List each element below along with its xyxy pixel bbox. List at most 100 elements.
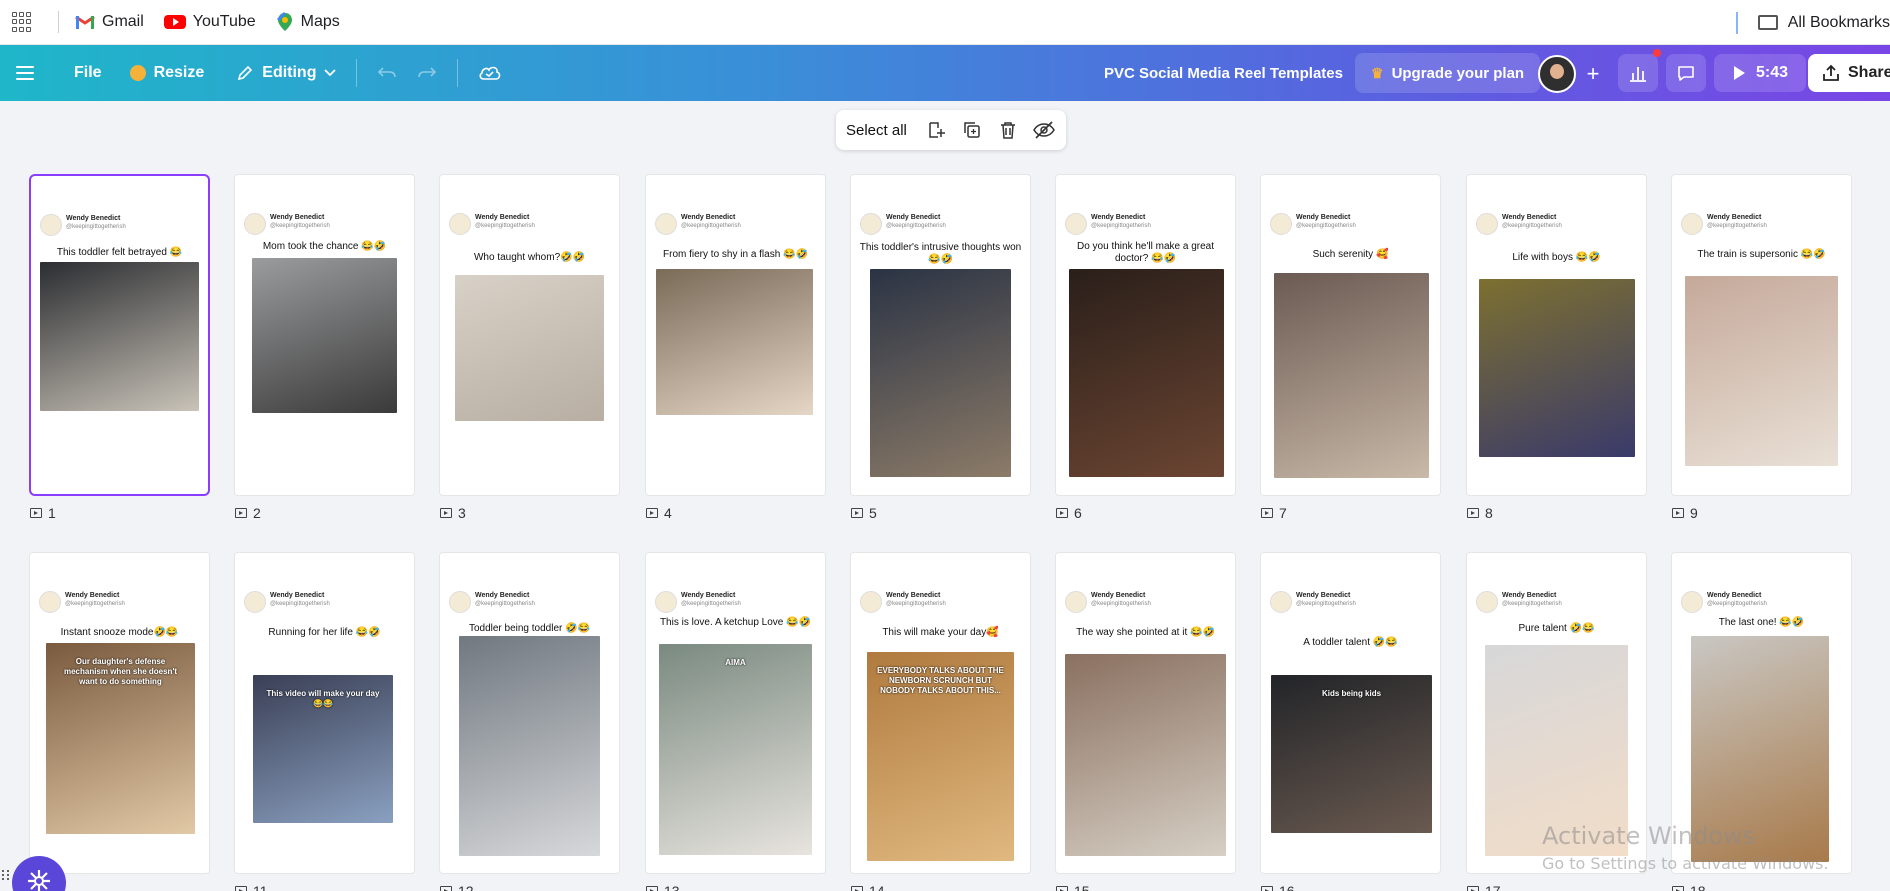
bookmark-youtube[interactable]: YouTube	[163, 13, 256, 31]
page-thumbnail[interactable]: Wendy Benedict @keepingittogetherish Mom t…	[234, 174, 415, 496]
select-all-button[interactable]: Select all	[846, 122, 907, 139]
upgrade-label: Upgrade your plan	[1391, 64, 1525, 82]
file-label: File	[74, 64, 102, 81]
comments-button[interactable]	[1666, 54, 1706, 92]
page-number: 14	[869, 883, 885, 891]
page-number-label: 1	[30, 505, 56, 521]
sparkle-icon	[28, 870, 50, 891]
video-page-icon	[1467, 886, 1479, 891]
page-thumbnail[interactable]: Wendy Benedict @keepingittogetherish The w…	[1055, 552, 1236, 874]
editing-mode-dropdown[interactable]: Editing	[226, 53, 346, 93]
author-handle: @keepingittogetherish	[270, 223, 330, 229]
add-page-button[interactable]	[925, 119, 947, 141]
page-number: 1	[48, 505, 56, 521]
toolbar-divider	[356, 59, 358, 87]
resize-button[interactable]: Resize	[120, 53, 215, 93]
undo-button[interactable]	[367, 53, 407, 93]
page-number: 9	[1690, 505, 1698, 521]
post-caption: The way she pointed at it 😂🤣	[1076, 627, 1215, 638]
page-thumbnail[interactable]: Wendy Benedict @keepingittogetherish Such …	[1260, 174, 1441, 496]
bookmarks-bar: Gmail YouTube Maps All Bookmarks	[0, 0, 1890, 45]
post-header: Wendy Benedict @keepingittogetherish	[860, 591, 946, 613]
author-name: Wendy Benedict	[681, 214, 736, 221]
delete-button[interactable]	[997, 119, 1019, 141]
page-number-label: 17	[1467, 883, 1501, 891]
drag-handle-icon[interactable]	[2, 870, 9, 880]
post-caption: This toddler felt betrayed 😂	[56, 247, 183, 258]
author-name: Wendy Benedict	[1502, 592, 1557, 599]
apps-grid-icon[interactable]	[12, 12, 32, 32]
page-thumbnail[interactable]: Wendy Benedict @keepingittogetherish This …	[29, 174, 210, 496]
author-name: Wendy Benedict	[66, 215, 121, 222]
share-button[interactable]: Share	[1808, 54, 1890, 92]
video-thumbnail: This video will make your day 😂😂	[253, 675, 393, 823]
avatar	[449, 591, 471, 613]
avatar	[655, 591, 677, 613]
avatar	[1270, 591, 1292, 613]
page-thumbnail[interactable]: Wendy Benedict @keepingittogetherish The t…	[1671, 174, 1852, 496]
post-header: Wendy Benedict @keepingittogetherish	[655, 213, 741, 235]
editor-toolbar: File Resize Editing PVC Social Media Ree…	[0, 45, 1890, 101]
author-name: Wendy Benedict	[886, 592, 941, 599]
page-number-label: 8	[1467, 505, 1493, 521]
page-thumbnail[interactable]: Wendy Benedict @keepingittogetherish Do yo…	[1055, 174, 1236, 496]
document-title[interactable]: PVC Social Media Reel Templates	[1104, 45, 1343, 101]
video-overlay-text: AIMA	[725, 658, 746, 667]
video-page-icon	[440, 508, 452, 518]
author-name: Wendy Benedict	[475, 592, 530, 599]
play-icon	[1733, 66, 1745, 80]
video-thumbnail	[459, 636, 600, 856]
author-handle: @keepingittogetherish	[886, 223, 946, 229]
page-thumbnail[interactable]: Wendy Benedict @keepingittogetherish This …	[850, 552, 1031, 874]
upgrade-plan-button[interactable]: ♛ Upgrade your plan	[1355, 53, 1541, 93]
redo-button[interactable]	[407, 53, 447, 93]
bookmark-maps[interactable]: Maps	[276, 12, 340, 32]
video-thumbnail: AIMA	[659, 644, 812, 855]
author-handle: @keepingittogetherish	[681, 601, 741, 607]
page-thumbnail[interactable]: Wendy Benedict @keepingittogetherish A tod…	[1260, 552, 1441, 874]
video-overlay-text: EVERYBODY TALKS ABOUT THE NEWBORN SCRUNC…	[877, 666, 1004, 695]
avatar	[1681, 591, 1703, 613]
video-page-icon	[1467, 508, 1479, 518]
video-thumbnail	[252, 258, 397, 413]
author-name: Wendy Benedict	[1296, 592, 1351, 599]
video-thumbnail: Our daughter's defense mechanism when sh…	[46, 643, 195, 834]
post-header: Wendy Benedict @keepingittogetherish	[1476, 591, 1562, 613]
author-handle: @keepingittogetherish	[475, 601, 535, 607]
page-thumbnail[interactable]: Wendy Benedict @keepingittogetherish Who t…	[439, 174, 620, 496]
avatar[interactable]	[1538, 55, 1576, 93]
file-menu-button[interactable]: File	[64, 53, 112, 93]
page-thumbnail[interactable]: Wendy Benedict @keepingittogetherish Insta…	[29, 552, 210, 874]
page-number-label: 18	[1672, 883, 1706, 891]
page-number: 4	[664, 505, 672, 521]
author-name: Wendy Benedict	[1091, 214, 1146, 221]
menu-icon[interactable]	[16, 66, 34, 80]
add-collaborator-button[interactable]: +	[1578, 59, 1608, 89]
undo-icon	[378, 67, 397, 78]
page-thumbnail[interactable]: Wendy Benedict @keepingittogetherish Life …	[1466, 174, 1647, 496]
author-name: Wendy Benedict	[270, 592, 325, 599]
page-thumbnail[interactable]: Wendy Benedict @keepingittogetherish From …	[645, 174, 826, 496]
page-thumbnail[interactable]: Wendy Benedict @keepingittogetherish Runni…	[234, 552, 415, 874]
bookmark-gmail[interactable]: Gmail	[75, 13, 144, 31]
all-bookmarks-link[interactable]: All Bookmarks	[1788, 14, 1890, 32]
insights-button[interactable]	[1618, 54, 1658, 92]
duration-label: 5:43	[1755, 64, 1789, 81]
post-header: Wendy Benedict @keepingittogetherish	[39, 591, 125, 613]
page-thumbnail[interactable]: Wendy Benedict @keepingittogetherish This …	[645, 552, 826, 874]
windows-activation-watermark: Activate Windows Go to Settings to activ…	[1542, 822, 1829, 873]
duplicate-button[interactable]	[961, 119, 983, 141]
video-thumbnail: Kids being kids	[1271, 675, 1432, 833]
cloud-save-button[interactable]	[468, 53, 512, 93]
bookmark-label: YouTube	[192, 13, 256, 30]
comment-icon	[1678, 66, 1694, 81]
page-thumbnail[interactable]: Wendy Benedict @keepingittogetherish Toddl…	[439, 552, 620, 874]
avatar	[1476, 213, 1498, 235]
present-button[interactable]: 5:43	[1714, 54, 1806, 92]
author-handle: @keepingittogetherish	[886, 601, 946, 607]
page-thumbnail[interactable]: Wendy Benedict @keepingittogetherish This …	[850, 174, 1031, 496]
toolbar-divider	[457, 59, 459, 87]
page-number-label: 12	[440, 883, 474, 891]
hide-page-button[interactable]	[1033, 119, 1055, 141]
post-header: Wendy Benedict @keepingittogetherish	[1476, 213, 1562, 235]
